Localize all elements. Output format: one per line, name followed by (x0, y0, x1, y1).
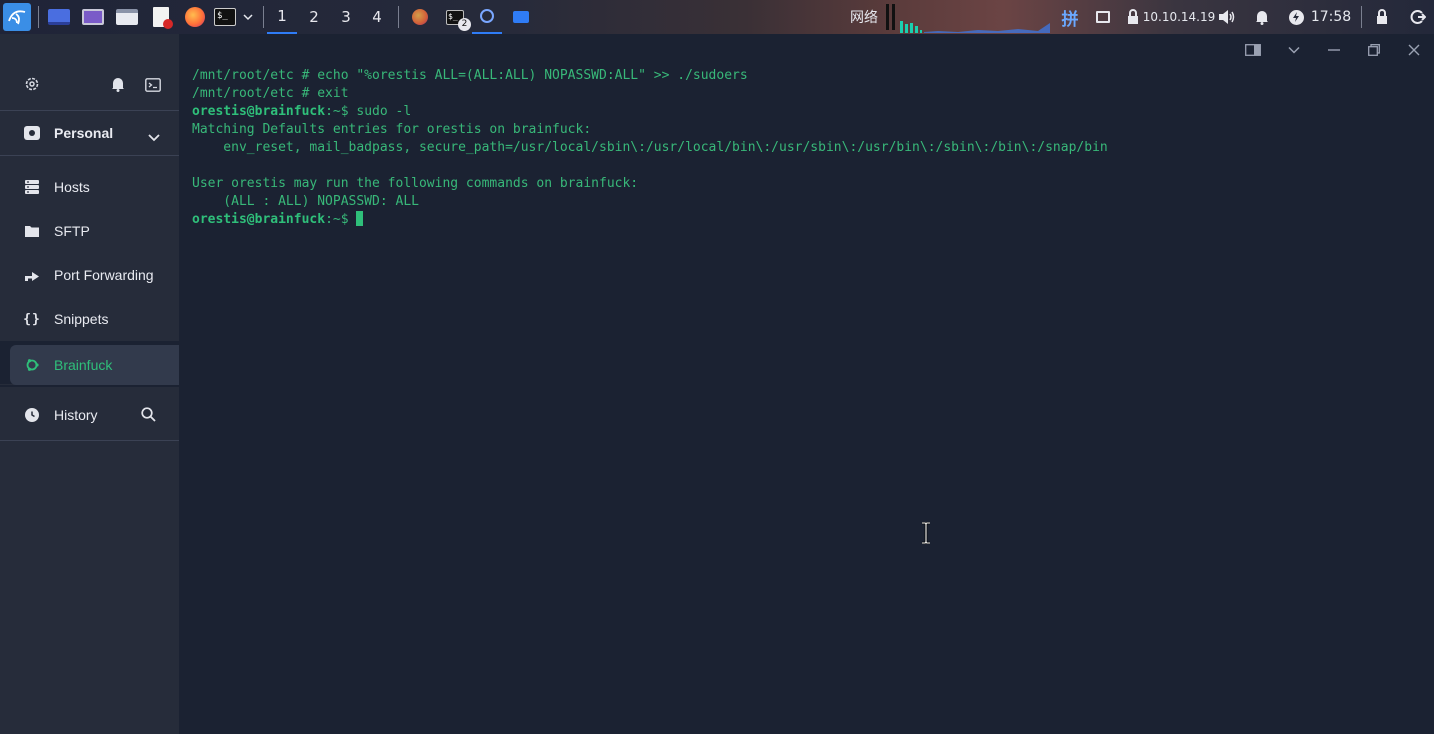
terminal-line: /mnt/root/etc # exit (192, 86, 349, 101)
sidebar-item-port-forwarding[interactable]: Port Forwarding (0, 253, 179, 297)
workspace-3[interactable]: 3 (331, 0, 361, 34)
terminal-line: (ALL : ALL) NOPASSWD: ALL (192, 194, 419, 209)
terminal-window-icon[interactable]: $_ 2 (440, 0, 471, 34)
clock[interactable]: 17:58 (1310, 0, 1352, 34)
sidebar-item-snippets[interactable]: {} Snippets (0, 297, 179, 341)
sidebar-item-label: Snippets (54, 311, 109, 327)
terminal-line: User orestis may run the following comma… (192, 176, 639, 191)
vault-icon (24, 125, 40, 141)
terminal-launcher-icon[interactable]: $_ (212, 0, 238, 34)
ip-address[interactable]: 10.10.14.19 (1143, 0, 1216, 34)
logout-icon[interactable] (1407, 0, 1429, 34)
vault-selector[interactable]: Personal (0, 111, 179, 155)
workspace-4[interactable]: 4 (362, 0, 392, 34)
kali-menu-icon[interactable] (2, 0, 32, 34)
sidebar-item-label: SFTP (54, 223, 90, 239)
notification-icon[interactable] (1252, 0, 1272, 34)
firefox-icon[interactable] (182, 0, 208, 34)
session-tab-brainfuck[interactable]: Brainfuck (10, 345, 179, 385)
sidebar-item-hosts[interactable]: Hosts (0, 165, 179, 209)
terminal-icon[interactable] (145, 77, 161, 96)
bell-icon[interactable] (111, 76, 125, 96)
network-graph-icon (898, 0, 1052, 34)
minimize-icon[interactable] (1322, 40, 1346, 60)
sidebar-item-label: History (54, 407, 98, 423)
workspace-2[interactable]: 2 (299, 0, 329, 34)
terminal-cursor (356, 211, 364, 226)
volume-icon[interactable] (1216, 0, 1238, 34)
chevron-down-icon[interactable] (1282, 40, 1306, 60)
terminal-pane[interactable]: /mnt/root/etc # echo "%orestis ALL=(ALL:… (179, 34, 1434, 734)
close-icon[interactable] (1402, 40, 1426, 60)
text-editor-icon[interactable] (148, 0, 174, 34)
terminal-line: Matching Defaults entries for orestis on… (192, 122, 592, 137)
taskbar: $_ 1 2 3 4 $_ 2 网络 拼 10.10.14.19 17:58 (0, 0, 1434, 34)
desktop-icon[interactable] (46, 0, 72, 34)
chevron-down-icon[interactable] (240, 0, 256, 34)
sidebar-item-label: Port Forwarding (54, 267, 154, 283)
folder-icon (24, 223, 40, 239)
vpn-lock-icon[interactable] (1124, 0, 1142, 34)
session-tab-label: Brainfuck (54, 357, 113, 373)
display-settings-icon[interactable] (80, 0, 106, 34)
sidebar-item-history[interactable]: History (0, 393, 179, 437)
restore-icon[interactable] (1362, 40, 1386, 60)
search-icon[interactable] (141, 407, 156, 426)
firefox-window-icon[interactable] (406, 0, 434, 34)
braces-icon: {} (23, 311, 41, 327)
power-icon[interactable] (1286, 0, 1306, 34)
port-forward-icon (24, 267, 40, 283)
folder-window-icon[interactable] (506, 0, 536, 34)
input-method-icon[interactable]: 拼 (1058, 0, 1082, 34)
split-view-icon[interactable] (1241, 40, 1265, 60)
workspace-1[interactable]: 1 (267, 0, 297, 34)
lock-screen-icon[interactable] (1372, 0, 1392, 34)
terminal-line: orestis@brainfuck:~$ sudo -l (192, 104, 412, 119)
sidebar-item-sftp[interactable]: SFTP (0, 209, 179, 253)
network-bars-icon (884, 0, 896, 34)
hosts-icon (24, 179, 40, 195)
terminal-line: /mnt/root/etc # echo "%orestis ALL=(ALL:… (192, 68, 748, 83)
terminal-line: orestis@brainfuck:~$ (192, 211, 364, 229)
clock-icon (24, 407, 40, 423)
ubuntu-icon (24, 357, 40, 373)
text-cursor-icon (921, 521, 931, 548)
chevron-down-icon (148, 127, 160, 146)
sidebar-item-label: Hosts (54, 179, 90, 195)
network-label[interactable]: 网络 (843, 0, 885, 34)
window-count-badge: 2 (458, 17, 471, 31)
termius-window-icon[interactable] (472, 0, 502, 34)
terminal-line: env_reset, mail_badpass, secure_path=/us… (192, 140, 1108, 155)
file-manager-icon[interactable] (114, 0, 140, 34)
settings-gear-icon[interactable] (24, 76, 40, 96)
sidebar: Personal Hosts SFTP Port Forwarding {} S… (0, 34, 179, 734)
vault-label: Personal (54, 125, 114, 141)
clipboard-icon[interactable] (1092, 0, 1114, 34)
